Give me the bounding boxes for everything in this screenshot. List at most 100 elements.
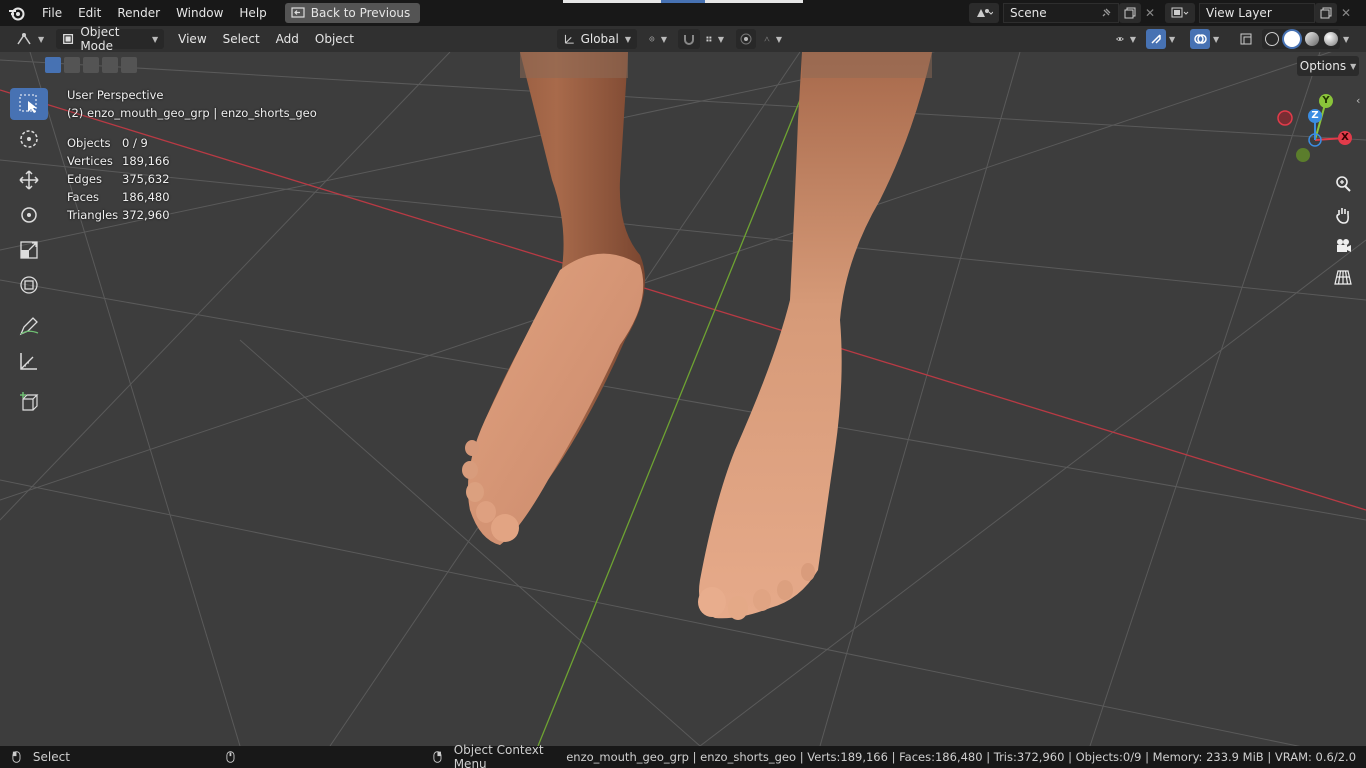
- sidebar-toggle-icon[interactable]: ‹: [1356, 94, 1360, 107]
- screen-back-icon: [291, 7, 305, 18]
- transform-orientation-dropdown[interactable]: Global ▼: [557, 29, 637, 49]
- chevron-down-icon: ▼: [1129, 34, 1136, 44]
- annotate-tool[interactable]: [10, 310, 48, 342]
- scene-statistics: Objects 0 / 9 Vertices 189,166 Edges 375,63…: [67, 134, 317, 224]
- camera-icon: [1337, 239, 1351, 252]
- scene-name: Scene: [1010, 6, 1047, 20]
- gizmo-dropdown[interactable]: ▼: [1166, 29, 1184, 49]
- overlays-dropdown[interactable]: ▼: [1210, 29, 1228, 49]
- falloff-curve-icon: [764, 36, 770, 42]
- snap-increment-icon: [706, 36, 712, 42]
- menu-view[interactable]: View: [170, 26, 214, 52]
- cursor-tool[interactable]: [10, 123, 48, 155]
- delete-scene-button[interactable]: ✕: [1141, 3, 1159, 23]
- gizmo-z-axis[interactable]: Z: [1308, 109, 1322, 123]
- overlays-toggle[interactable]: [1190, 29, 1210, 49]
- delete-view-layer-button[interactable]: ✕: [1337, 3, 1355, 23]
- eye-icon: [1116, 36, 1124, 42]
- back-to-previous-button[interactable]: Back to Previous: [284, 3, 421, 23]
- editor-type-dropdown[interactable]: ▼: [10, 29, 50, 49]
- perspective-toggle-button[interactable]: [1329, 263, 1357, 291]
- chevron-down-icon: ▼: [1169, 34, 1176, 44]
- options-dropdown[interactable]: Options ▼: [1297, 56, 1359, 76]
- scene-name-field[interactable]: Scene: [1003, 3, 1119, 23]
- select-new-icon[interactable]: [45, 57, 61, 73]
- add-cube-icon: [20, 392, 39, 411]
- falloff-dropdown[interactable]: ▼: [758, 29, 788, 49]
- gizmo-y-axis[interactable]: Y: [1319, 94, 1333, 108]
- blender-logo-icon[interactable]: [0, 0, 34, 26]
- right-foot-model[interactable]: [698, 52, 932, 620]
- mode-label: Object Mode: [80, 25, 120, 53]
- measure-ruler-icon: [20, 353, 37, 370]
- scene-browse-button[interactable]: [969, 3, 999, 23]
- gizmo-toggle[interactable]: [1146, 29, 1166, 49]
- menu-file[interactable]: File: [34, 0, 70, 26]
- solid-shading-icon[interactable]: [1283, 31, 1300, 47]
- magnet-icon: [684, 35, 694, 45]
- menu-help[interactable]: Help: [231, 0, 274, 26]
- select-extend-icon[interactable]: [64, 57, 80, 73]
- zoom-button[interactable]: [1329, 170, 1357, 198]
- rendered-shading-icon[interactable]: [1323, 32, 1338, 46]
- wireframe-shading-icon[interactable]: [1264, 32, 1279, 46]
- xray-toggle[interactable]: [1236, 29, 1256, 49]
- overlays-icon: [1194, 34, 1207, 44]
- material-shading-icon[interactable]: [1304, 32, 1319, 46]
- chevron-down-icon: ▼: [660, 34, 667, 44]
- status-select-hint: Select: [32, 750, 70, 764]
- duplicate-icon: [1124, 7, 1136, 19]
- move-tool[interactable]: [10, 164, 48, 196]
- pin-icon[interactable]: [1100, 7, 1112, 19]
- scale-tool[interactable]: [10, 234, 48, 266]
- new-scene-button[interactable]: [1119, 3, 1141, 23]
- menu-object[interactable]: Object: [307, 26, 362, 52]
- mouse-right-icon: [433, 751, 442, 763]
- select-box-icon: [19, 94, 37, 113]
- menu-select[interactable]: Select: [215, 26, 268, 52]
- proportional-edit-toggle[interactable]: [736, 29, 756, 49]
- view-layer-browse-button[interactable]: [1165, 3, 1195, 23]
- select-invert-icon[interactable]: [102, 57, 118, 73]
- snap-target-dropdown[interactable]: ▼: [700, 29, 730, 49]
- shading-dropdown[interactable]: ▼: [1340, 29, 1358, 49]
- chevron-down-icon: ▼: [1343, 34, 1350, 44]
- menu-window[interactable]: Window: [168, 0, 231, 26]
- menu-render[interactable]: Render: [109, 0, 168, 26]
- pivot-point-dropdown[interactable]: ▼: [643, 29, 673, 49]
- select-intersect-icon[interactable]: [121, 57, 137, 73]
- transform-tool[interactable]: [10, 269, 48, 301]
- gizmo-x-axis[interactable]: X: [1338, 131, 1352, 145]
- view-perspective-label: User Perspective: [67, 88, 164, 102]
- transform-icon: [20, 276, 38, 294]
- shading-mode-group: [1262, 29, 1340, 49]
- annotate-pencil-icon: [19, 317, 39, 336]
- view-layer-field[interactable]: View Layer: [1199, 3, 1315, 23]
- chevron-down-icon: ▼: [1350, 61, 1357, 71]
- viewport-info-overlay: User Perspective (2) enzo_mouth_geo_grp …: [67, 86, 317, 224]
- rotate-tool[interactable]: [10, 199, 48, 231]
- snap-toggle[interactable]: [678, 29, 700, 49]
- mode-dropdown[interactable]: Object Mode ▼: [56, 25, 165, 53]
- add-cube-tool[interactable]: [10, 386, 48, 418]
- tool-shelf: [10, 88, 48, 421]
- new-view-layer-button[interactable]: [1315, 3, 1337, 23]
- menu-add[interactable]: Add: [268, 26, 307, 52]
- pan-button[interactable]: [1329, 201, 1357, 229]
- stat-value: 186,480: [122, 190, 170, 204]
- mouse-left-icon: [12, 751, 21, 763]
- stat-label: Faces: [67, 190, 99, 204]
- object-mode-icon: [63, 34, 74, 44]
- workspace-tabs[interactable]: [563, 0, 803, 3]
- orientation-axes-icon: [564, 34, 574, 44]
- measure-tool[interactable]: [10, 345, 48, 377]
- select-subtract-icon[interactable]: [83, 57, 99, 73]
- hand-pan-icon: [1336, 208, 1349, 224]
- chevron-down-icon: ▼: [1213, 34, 1220, 44]
- left-foot-model[interactable]: [462, 52, 645, 546]
- menu-edit[interactable]: Edit: [70, 0, 109, 26]
- visibility-dropdown[interactable]: ▼: [1110, 29, 1142, 49]
- select-box-tool[interactable]: [10, 88, 48, 120]
- camera-view-button[interactable]: [1329, 232, 1357, 260]
- stat-value: 375,632: [122, 172, 170, 186]
